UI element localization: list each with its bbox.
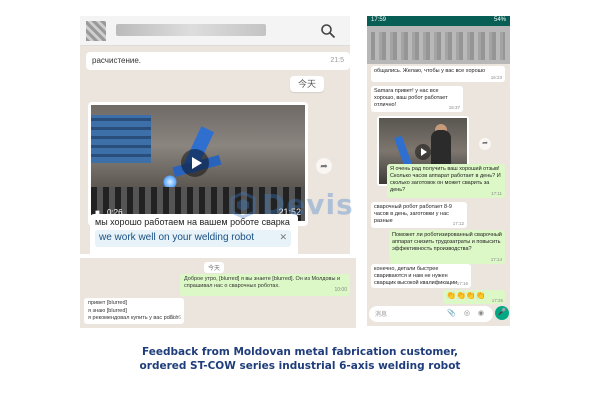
caption: Feedback from Moldovan metal fabrication… xyxy=(0,345,600,373)
message-text: расчистение. xyxy=(92,56,142,65)
message-bubble: расчистение. 21:5 xyxy=(86,52,350,70)
watermark: Devis xyxy=(228,186,378,226)
message-time: 10:16 xyxy=(168,314,181,321)
emoji-message: 👏👏👏👏 17:25 xyxy=(443,290,505,304)
watermark-text: Devis xyxy=(262,188,354,221)
battery-level: 54% xyxy=(493,17,506,23)
outgoing-message: Я очень рад получить ваш хороший отзыв! … xyxy=(387,164,505,198)
video-scene-robot-arm xyxy=(394,135,412,167)
play-icon[interactable] xyxy=(181,149,209,177)
caption-line-1: Feedback from Moldovan metal fabrication… xyxy=(141,346,459,358)
chat-header xyxy=(367,26,510,64)
message-time: 17:16 xyxy=(456,281,468,286)
play-icon[interactable] xyxy=(415,144,431,160)
forward-icon[interactable]: ➦ xyxy=(479,138,491,150)
translation-text: we work well on your welding robot xyxy=(99,232,255,243)
incoming-message: конечно, детали быстрее свариваются и на… xyxy=(371,264,471,288)
microphone-icon[interactable]: 🎤 xyxy=(495,306,509,320)
message-time: 10:00 xyxy=(334,287,347,293)
date-chip: 今天 xyxy=(204,262,225,273)
outgoing-message: Доброе утро, [blurred] я вы знаете [blur… xyxy=(180,274,350,296)
message-time: 16:23 xyxy=(490,75,502,80)
message-text: общались. Желаю, чтобы у вас все хорошо xyxy=(374,68,486,74)
message-text: Доброе утро, [blurred] я вы знаете [blur… xyxy=(184,276,341,289)
phone-screenshot: 17:59 54% общались. Желаю, чтобы у вас в… xyxy=(367,16,510,326)
message-text: сварочный робот работает 8-9 часов в ден… xyxy=(374,204,452,224)
message-text: конечно, детали быстрее свариваются и на… xyxy=(374,266,458,286)
caption-line-2: ordered ST-COW series industrial 6-axis … xyxy=(139,360,461,372)
message-time: 17:12 xyxy=(452,221,464,226)
incoming-message: общались. Желаю, чтобы у вас все хорошо … xyxy=(371,66,505,82)
status-time: 17:59 xyxy=(371,17,387,23)
incoming-message: сварочный робот работает 8-9 часов в ден… xyxy=(371,202,467,228)
message-text: Поможет ли роботизированный сварочный ап… xyxy=(392,232,502,252)
attach-camera-icons[interactable]: 📎 ◎ ◉ xyxy=(447,309,487,317)
incoming-message: привет [blurred] я знаю [blurred] я реко… xyxy=(84,298,184,324)
page: расчистение. 21:5 今天 ■ 0:26 21:52 ➦ мы х… xyxy=(0,0,600,400)
message-time: 16:37 xyxy=(448,105,460,110)
translation-box: we work well on your welding robot ✕ xyxy=(95,230,291,247)
chat-screenshot-2: 今天 Доброе утро, [blurred] я вы знаете [b… xyxy=(80,258,356,328)
message-input[interactable]: 消息 📎 ◎ ◉ xyxy=(369,306,493,322)
outgoing-message: Поможет ли роботизированный сварочный ап… xyxy=(389,230,505,264)
blurred-contact-name xyxy=(116,24,266,36)
close-icon[interactable]: ✕ xyxy=(279,232,287,243)
message-line: я знаю [blurred] xyxy=(88,307,127,314)
status-bar: 17:59 54% xyxy=(367,16,510,26)
message-line: я рекомендовал купить у вас робот xyxy=(88,315,179,321)
forward-icon[interactable]: ➦ xyxy=(316,158,332,174)
incoming-message: Samara привет! у нас все хорошо, ваш роб… xyxy=(371,86,463,112)
message-line: привет [blurred] xyxy=(88,300,128,306)
message-text: Samara привет! у нас все хорошо, ваш роб… xyxy=(374,88,448,108)
chat-header xyxy=(80,16,350,46)
clap-emoji: 👏👏👏👏 xyxy=(446,291,486,300)
message-time: 21:5 xyxy=(330,57,344,64)
message-time: 17:11 xyxy=(491,191,502,196)
message-time: 17:25 xyxy=(491,298,503,303)
search-icon[interactable] xyxy=(320,23,336,39)
date-chip: 今天 xyxy=(290,76,324,92)
message-input-placeholder: 消息 xyxy=(375,312,388,318)
video-scene-shelf xyxy=(91,115,151,163)
logo-icon xyxy=(230,191,256,219)
message-text: Я очень рад получить ваш хороший отзыв! … xyxy=(390,166,501,193)
blurred-header xyxy=(371,32,505,60)
message-time: 17:14 xyxy=(490,257,502,262)
blurred-avatar xyxy=(86,21,106,41)
